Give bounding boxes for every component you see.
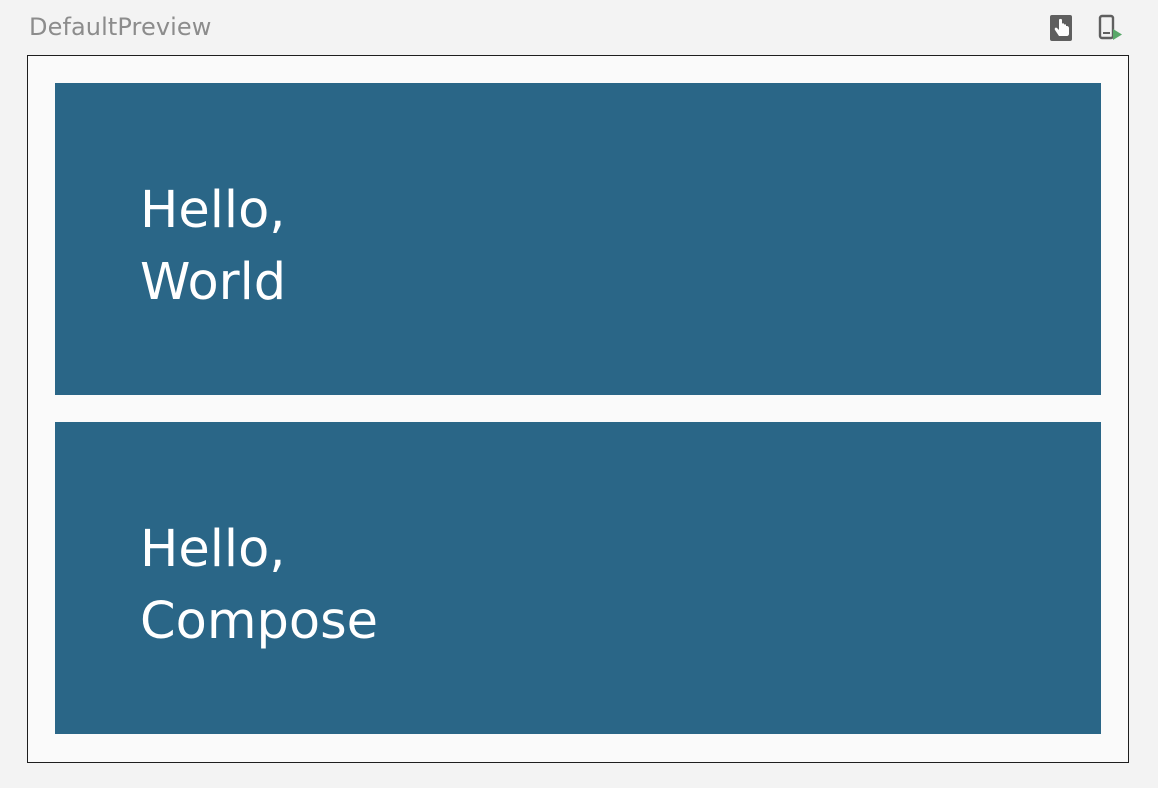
- preview-frame: Hello, World Hello, Compose: [27, 55, 1129, 763]
- greeting-card: Hello, Compose: [55, 422, 1101, 734]
- greeting-text: Hello, World: [140, 175, 286, 319]
- greeting-line-1: Hello,: [140, 181, 286, 240]
- greeting-card: Hello, World: [55, 83, 1101, 395]
- greeting-line-1: Hello,: [140, 520, 286, 579]
- preview-title: DefaultPreview: [29, 13, 212, 41]
- preview-toolbar: [1048, 14, 1124, 42]
- interactive-mode-button[interactable]: [1048, 14, 1076, 42]
- greeting-line-2: World: [140, 253, 287, 312]
- greeting-text: Hello, Compose: [140, 514, 378, 658]
- deploy-preview-button[interactable]: [1096, 14, 1124, 42]
- greeting-line-2: Compose: [140, 592, 379, 651]
- device-run-icon: [1098, 14, 1122, 40]
- touch-hand-icon: [1050, 15, 1072, 41]
